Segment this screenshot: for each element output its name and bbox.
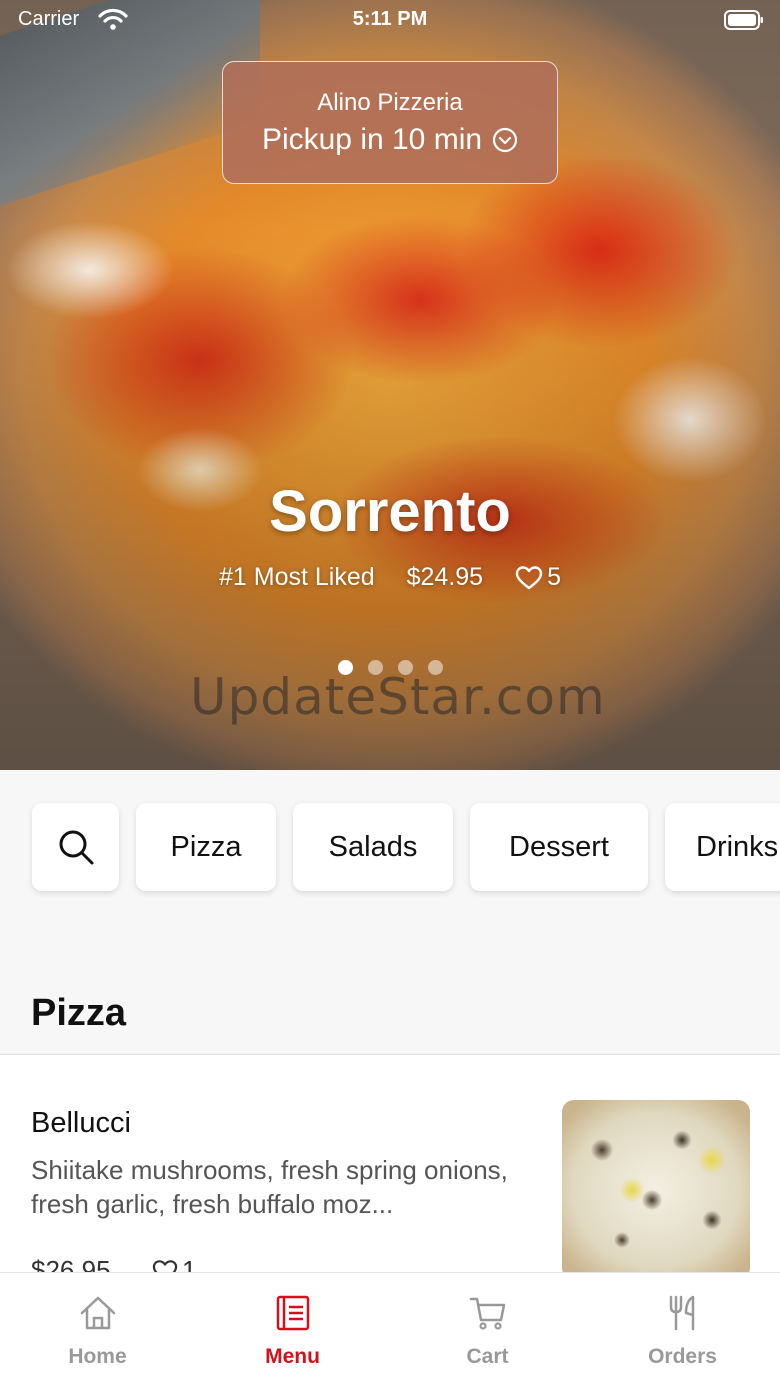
category-drinks[interactable]: Drinks xyxy=(665,803,780,891)
tab-home[interactable]: Home xyxy=(0,1273,195,1387)
status-bar: Carrier 5:11 PM xyxy=(0,0,780,40)
heart-icon xyxy=(515,565,543,589)
home-icon xyxy=(80,1296,115,1330)
category-pizza[interactable]: Pizza xyxy=(136,803,276,891)
store-name: Alino Pizzeria xyxy=(317,89,463,116)
tab-bar: Home Menu Cart Orders xyxy=(0,1272,780,1387)
featured-likes[interactable]: 5 xyxy=(515,563,561,592)
chevron-down-circle-icon xyxy=(492,127,518,153)
search-icon xyxy=(59,830,93,865)
battery-icon xyxy=(724,10,763,30)
featured-info: Sorrento #1 Most Liked $24.95 5 xyxy=(0,478,780,592)
tab-label: Menu xyxy=(265,1345,320,1368)
menu-icon xyxy=(276,1295,309,1331)
cart-icon xyxy=(469,1297,505,1330)
category-dessert[interactable]: Dessert xyxy=(470,803,648,891)
pickup-time: Pickup in 10 min xyxy=(261,123,483,156)
search-button[interactable] xyxy=(32,803,119,891)
section-title: Pizza xyxy=(31,992,127,1034)
store-pickup-selector[interactable]: Alino Pizzeria Pickup in 10 min xyxy=(222,61,558,184)
item-name: Bellucci xyxy=(31,1107,131,1139)
featured-rank: #1 Most Liked xyxy=(218,563,375,591)
tab-label: Home xyxy=(68,1345,127,1368)
status-time: 5:11 PM xyxy=(352,8,428,30)
utensils-icon xyxy=(669,1295,694,1331)
tab-label: Orders xyxy=(648,1345,717,1368)
item-description: Shiitake mushrooms, fresh spring onions,… xyxy=(31,1155,508,1219)
featured-likes-count: 5 xyxy=(547,563,561,591)
featured-price: $24.95 xyxy=(406,563,484,591)
featured-title: Sorrento xyxy=(269,479,511,544)
watermark: UpdateStar.com xyxy=(190,668,606,726)
tab-label: Cart xyxy=(466,1345,509,1368)
tab-cart[interactable]: Cart xyxy=(390,1273,585,1387)
menu-item[interactable]: Bellucci Shiitake mushrooms, fresh sprin… xyxy=(0,1055,780,1295)
tab-menu[interactable]: Menu xyxy=(195,1273,390,1387)
item-image[interactable] xyxy=(562,1100,750,1280)
category-salads[interactable]: Salads xyxy=(293,803,453,891)
tab-orders[interactable]: Orders xyxy=(585,1273,780,1387)
category-chips: Pizza Salads Dessert Drinks xyxy=(32,803,780,891)
